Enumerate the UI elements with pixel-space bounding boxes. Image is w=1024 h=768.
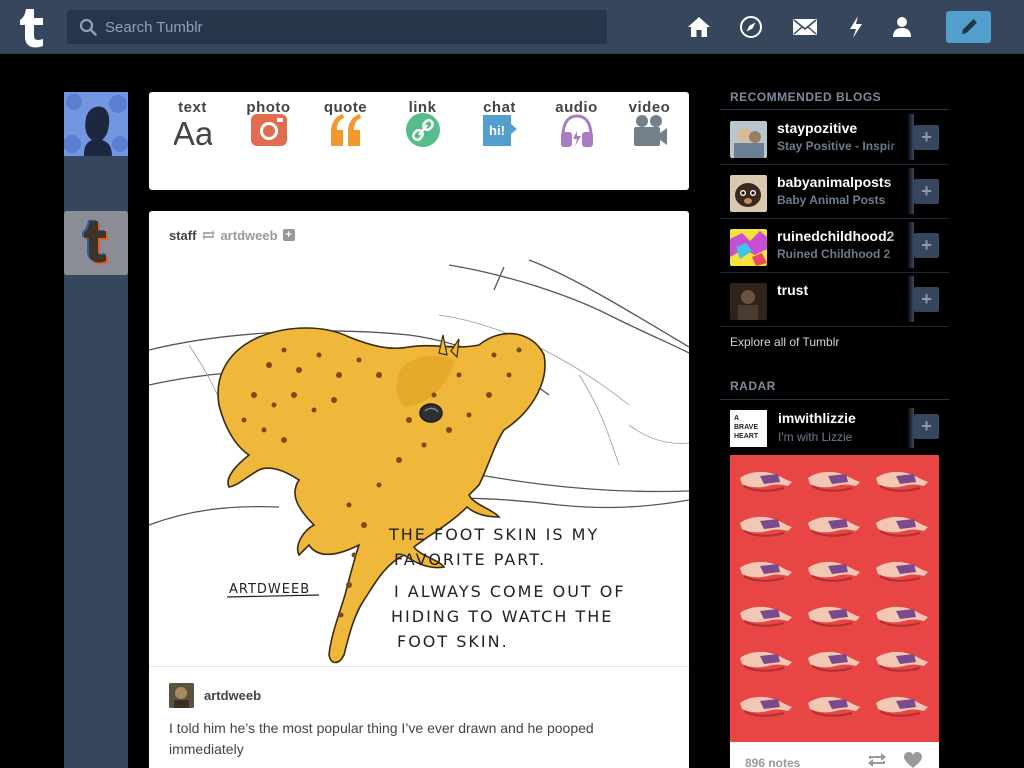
post-type-video[interactable]: video	[611, 92, 688, 190]
drawing-text-line: FAVORITE PART.	[394, 550, 546, 569]
blog-row-stripe	[907, 276, 914, 322]
post-header: staff artdweeb +	[169, 227, 295, 243]
blog-avatar[interactable]	[730, 175, 767, 212]
blog-name[interactable]: staypozitive	[777, 120, 857, 136]
explore-all-link[interactable]: Explore all of Tumblr	[730, 335, 839, 349]
caption-author-name[interactable]: artdweeb	[204, 688, 261, 703]
recommended-blog-row[interactable]: trust +	[720, 273, 949, 327]
radar-blog-row[interactable]: A BRAVE HEART imwithlizzie I'm with Lizz…	[720, 400, 949, 455]
search-box[interactable]	[67, 10, 607, 44]
drawing-text-line: THE FOOT SKIN IS MY	[388, 525, 599, 544]
recommended-blogs-title: RECOMMENDED BLOGS	[730, 90, 882, 104]
drawing-text-line: HIDING TO WATCH THE	[391, 607, 613, 626]
recommended-blog-row[interactable]: staypozitive Stay Positive - Inspir +	[720, 111, 949, 165]
reblog-icon	[202, 230, 216, 240]
blog-avatar[interactable]	[730, 229, 767, 266]
top-bar	[0, 0, 1024, 54]
home-icon[interactable]	[686, 14, 712, 40]
link-icon	[406, 113, 440, 147]
search-input[interactable]	[105, 10, 595, 44]
svg-text:hi!: hi!	[489, 123, 505, 138]
search-icon	[79, 18, 97, 36]
post-type-link[interactable]: link	[384, 92, 461, 190]
headphones-icon	[561, 114, 593, 147]
user-avatar[interactable]	[64, 92, 128, 156]
radar-avatar-text: HEART	[734, 433, 759, 440]
compose-button[interactable]	[946, 11, 991, 43]
radar-avatar-text: A	[734, 415, 739, 422]
blog-row-stripe	[907, 408, 914, 448]
radar-avatar-text: BRAVE	[734, 424, 758, 431]
blog-name[interactable]: trust	[777, 282, 808, 298]
post-photo-gecko-drawing[interactable]: THE FOOT SKIN IS MY FAVORITE PART. I ALW…	[149, 255, 689, 665]
radar-post-card: 896 notes	[730, 455, 939, 768]
post-source-link[interactable]: artdweeb	[220, 228, 277, 243]
radar-blog-avatar[interactable]: A BRAVE HEART	[730, 410, 767, 447]
post-type-quote[interactable]: quote	[307, 92, 384, 190]
drawing-text-line: FOOT SKIN.	[397, 632, 509, 651]
post-type-text[interactable]: text Aa	[154, 92, 231, 190]
chat-bubble-icon: hi!	[483, 115, 517, 146]
post-type-photo[interactable]: photo	[230, 92, 307, 190]
dashboard-avatar-column	[64, 92, 128, 768]
like-heart-icon[interactable]	[903, 752, 923, 768]
radar-post-footer: 896 notes	[730, 742, 939, 768]
post-caption: I told him he’s the most popular thing I…	[169, 720, 594, 757]
inbox-icon[interactable]	[792, 14, 818, 40]
caption-author-row: artdweeb	[169, 683, 261, 708]
post-author-link[interactable]: staff	[169, 228, 196, 243]
radar-blog-name[interactable]: imwithlizzie	[778, 410, 856, 426]
follow-button[interactable]: +	[914, 414, 939, 439]
blog-avatar[interactable]	[730, 121, 767, 158]
tumblr-logo-icon[interactable]	[14, 6, 52, 48]
pencil-icon	[961, 19, 977, 34]
drawing-text-line: I ALWAYS COME OUT OF	[394, 582, 626, 601]
blog-name[interactable]: babyanimalposts	[777, 174, 891, 190]
follow-source-button[interactable]: +	[282, 229, 295, 241]
post-type-bar: text Aa photo quote link chat hi! audio …	[149, 92, 689, 190]
explore-icon[interactable]	[738, 14, 764, 40]
post-type-chat[interactable]: chat hi!	[461, 92, 538, 190]
blog-avatar[interactable]	[730, 283, 767, 320]
account-icon[interactable]	[889, 14, 915, 40]
follow-button[interactable]: +	[914, 179, 939, 204]
blog-name[interactable]: ruinedchildhood2	[777, 228, 894, 244]
camera-icon	[251, 114, 287, 146]
blog-row-stripe	[907, 222, 914, 268]
radar-post-photo[interactable]	[730, 455, 939, 742]
notes-count[interactable]: 896 notes	[745, 756, 800, 768]
text-aa-icon: Aa	[174, 115, 212, 148]
row-divider	[720, 326, 949, 327]
radar-title: RADAR	[730, 379, 776, 393]
follow-button[interactable]: +	[914, 233, 939, 258]
sidebar-divider	[720, 109, 949, 110]
dashboard-post: staff artdweeb + THE FOOT SKIN IS MY FAV…	[149, 211, 689, 768]
post-divider	[149, 666, 689, 667]
post-type-audio[interactable]: audio	[538, 92, 615, 190]
blog-row-stripe	[907, 168, 914, 214]
drawing-signature: ARTDWEEB	[229, 582, 310, 597]
recommended-blog-row[interactable]: babyanimalposts Baby Animal Posts +	[720, 165, 949, 219]
quote-icon	[331, 114, 361, 146]
video-camera-icon	[634, 115, 667, 146]
follow-button[interactable]: +	[914, 287, 939, 312]
activity-icon[interactable]	[843, 14, 869, 40]
reblog-icon[interactable]	[867, 752, 887, 768]
svg-text:Aa: Aa	[174, 115, 212, 148]
radar-blog-title: I'm with Lizzie	[778, 430, 853, 444]
follow-button[interactable]: +	[914, 125, 939, 150]
caption-author-avatar[interactable]	[169, 683, 194, 708]
recommended-blog-row[interactable]: ruinedchildhood2 Ruined Childhood 2 +	[720, 219, 949, 273]
staff-avatar[interactable]	[64, 211, 128, 275]
blog-row-stripe	[907, 114, 914, 160]
